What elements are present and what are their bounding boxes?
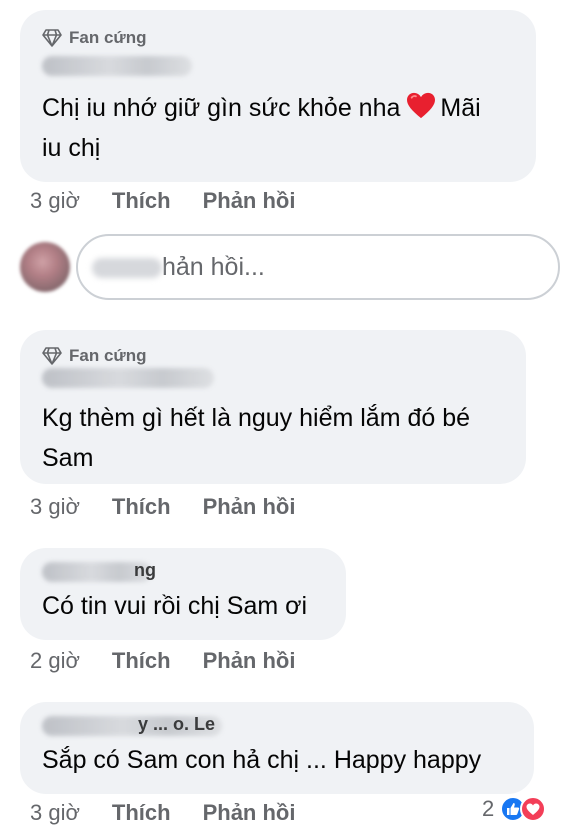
diamond-icon: [42, 29, 62, 47]
commenter-name-blurred[interactable]: [42, 56, 192, 76]
timestamp: 3 giờ: [30, 188, 80, 213]
comment-text: Có tin vui rồi chị Sam ơi: [42, 592, 308, 620]
comment-bubble: ng Có tin vui rồi chị Sam ơi: [20, 548, 346, 640]
reaction-count: 2: [482, 796, 495, 821]
comment-bubble: Fan cứng Kg thèm gì hết là nguy hiểm lắm…: [20, 330, 526, 484]
reaction-summary[interactable]: 2: [482, 796, 547, 822]
fan-badge: Fan cứng: [42, 346, 504, 366]
comment-text: Kg thèm gì hết là nguy hiểm lắm đó bé Sam: [42, 404, 471, 472]
comment-text: Chị iu nhớ giữ gìn sức khỏe nha Mãi iu ch…: [42, 92, 481, 162]
like-button[interactable]: Thích: [112, 188, 171, 214]
diamond-icon: [42, 347, 62, 365]
comment-meta: 3 giờ Thích Phản hồi: [30, 188, 295, 214]
like-button[interactable]: Thích: [112, 800, 171, 826]
badge-label: Fan cứng: [69, 28, 147, 47]
reply-composer: hản hồi...: [20, 234, 560, 302]
timestamp: 2 giờ: [30, 648, 80, 673]
comment-meta: 3 giờ Thích Phản hồi: [30, 494, 295, 520]
avatar: [20, 242, 70, 292]
reply-button[interactable]: Phản hồi: [203, 648, 296, 674]
reply-button[interactable]: Phản hồi: [203, 188, 296, 214]
name-fragment: ng: [134, 560, 156, 580]
like-button[interactable]: Thích: [112, 648, 171, 674]
love-reaction-icon: [520, 796, 547, 822]
comment-text: Sắp có Sam con hả chị ... Happy happy: [42, 746, 482, 774]
comment-bubble: Fan cứng Chị iu nhớ giữ gìn sức khỏe nha…: [20, 10, 536, 182]
commenter-name-blurred[interactable]: [42, 368, 214, 388]
reply-button[interactable]: Phản hồi: [203, 494, 296, 520]
fan-badge: Fan cứng: [42, 28, 514, 48]
like-button[interactable]: Thích: [112, 494, 171, 520]
timestamp: 3 giờ: [30, 494, 80, 519]
reply-input[interactable]: hản hồi...: [76, 234, 560, 300]
comment-meta: 3 giờ Thích Phản hồi: [30, 800, 295, 826]
reply-button[interactable]: Phản hồi: [203, 800, 296, 826]
blurred-text: [92, 258, 162, 278]
comment-bubble: y ... o. Le Sắp có Sam con hả chị ... Ha…: [20, 702, 534, 794]
red-heart-icon: [407, 92, 436, 119]
reply-placeholder: hản hồi...: [162, 252, 265, 281]
badge-label: Fan cứng: [69, 346, 147, 365]
timestamp: 3 giờ: [30, 800, 80, 825]
name-fragment: y ... o. Le: [138, 714, 216, 734]
comment-meta: 2 giờ Thích Phản hồi: [30, 648, 295, 674]
